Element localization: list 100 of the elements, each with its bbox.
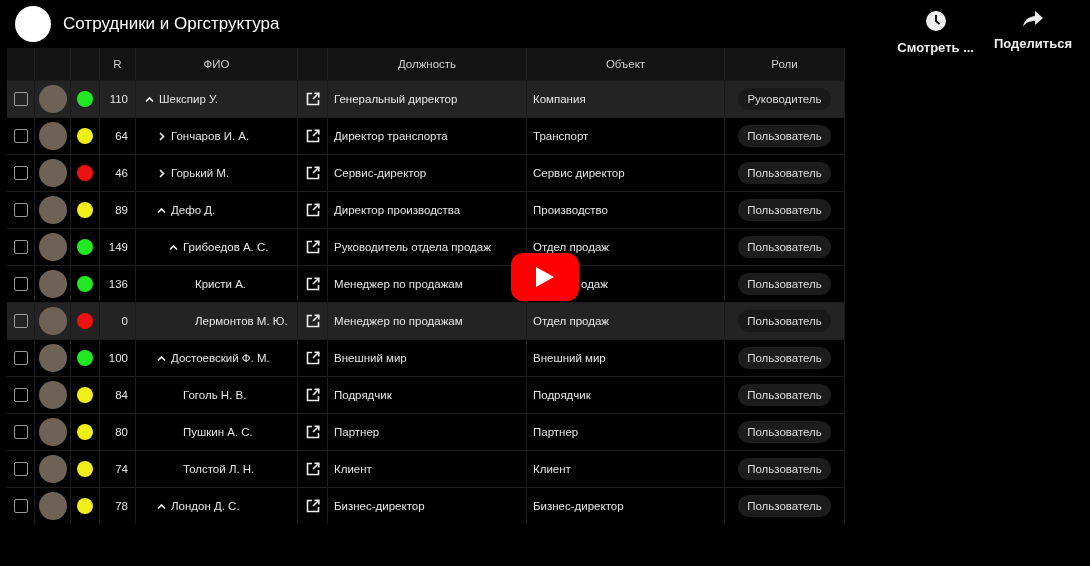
role-chip[interactable]: Пользователь [738, 458, 831, 480]
column-header[interactable]: R [113, 58, 122, 70]
employee-name: Достоевский Ф. М. [171, 352, 270, 364]
employee-name: Горький М. [171, 167, 230, 179]
role-chip[interactable]: Пользователь [738, 347, 831, 369]
role-chip[interactable]: Пользователь [738, 310, 831, 332]
chevron-up-icon[interactable] [157, 205, 166, 215]
table-row[interactable]: 149 Грибоедов А. С. Руководитель отдела продаж Отдел продаж Пользователь [7, 228, 845, 265]
play-icon [535, 266, 555, 288]
employee-name: Дефо Д. [171, 204, 216, 216]
table-row[interactable]: 136 Кристи А. Менеджер по продажам одаж Пользователь [7, 265, 845, 302]
open-external-icon[interactable] [305, 240, 320, 254]
chevron-up-icon[interactable] [145, 94, 154, 104]
avatar-placeholder [38, 492, 67, 520]
checkbox[interactable] [13, 462, 28, 476]
table-cell: Клиент [334, 463, 372, 475]
chevron-up-icon[interactable] [169, 242, 178, 252]
table-cell: 80 [115, 426, 128, 438]
table-cell: 78 [115, 500, 128, 512]
video-title[interactable]: Сотрудники и Оргструктура [63, 14, 280, 34]
chevron-up-icon[interactable] [157, 501, 166, 511]
table-cell: Производство [533, 204, 608, 216]
table-cell: одаж [581, 278, 608, 290]
table-cell: Сервис директор [533, 167, 625, 179]
checkbox[interactable] [13, 240, 28, 254]
role-chip[interactable]: Пользователь [738, 199, 831, 221]
table-row[interactable]: 46 Горький М. Сервис-директор Сервис директор Пользователь [7, 154, 845, 191]
column-header[interactable]: ФИО [203, 58, 230, 70]
role-chip[interactable]: Пользователь [738, 495, 831, 517]
open-external-icon[interactable] [305, 92, 320, 106]
table-cell: Транспорт [533, 130, 589, 142]
share-button[interactable]: Поделиться [993, 10, 1072, 55]
column-header[interactable]: Должность [397, 58, 457, 70]
watch-later-button[interactable]: Смотреть ... [897, 10, 974, 55]
open-external-icon[interactable] [305, 462, 320, 476]
checkbox[interactable] [13, 388, 28, 402]
checkbox[interactable] [13, 425, 28, 439]
avatar-placeholder [38, 307, 67, 335]
open-external-icon[interactable] [305, 499, 320, 513]
table-row[interactable]: 78 Лондон Д. С. Бизнес-директор Бизнес-директор Пользователь [7, 487, 845, 524]
role-chip[interactable]: Пользователь [738, 384, 831, 406]
checkbox[interactable] [13, 277, 28, 291]
open-external-icon[interactable] [305, 425, 320, 439]
checkbox[interactable] [13, 92, 28, 106]
checkbox[interactable] [13, 129, 28, 143]
role-chip[interactable]: Пользователь [738, 421, 831, 443]
channel-logo-icon[interactable] [15, 6, 51, 42]
table-row[interactable]: 74 Толстой Л. Н. Клиент Клиент Пользователь [7, 450, 845, 487]
table-cell: Директор транспорта [334, 130, 448, 142]
open-external-icon[interactable] [305, 129, 320, 143]
checkbox[interactable] [13, 499, 28, 513]
table-row[interactable]: 0 Лермонтов М. Ю. Менеджер по продажам Отдел продаж Пользователь [7, 302, 845, 339]
table-row[interactable]: 80 Пушкин А. С. Партнер Партнер Пользователь [7, 413, 845, 450]
table-row[interactable]: 100 Достоевский Ф. М. Внешний мир Внешний мир Пользователь [7, 339, 845, 376]
table-cell: Руководитель отдела продаж [334, 241, 491, 253]
table-cell: 149 [108, 241, 128, 253]
employee-name: Гоголь Н. В. [183, 389, 247, 401]
employee-name: Толстой Л. Н. [183, 463, 255, 475]
avatar-placeholder [38, 344, 67, 372]
table-cell: Партнер [533, 426, 579, 438]
chevron-up-icon[interactable] [157, 353, 166, 363]
open-external-icon[interactable] [305, 277, 320, 291]
chevron-right-icon[interactable] [157, 168, 166, 178]
share-arrow-icon [1022, 10, 1044, 28]
checkbox[interactable] [13, 351, 28, 365]
table-row[interactable]: 84 Гоголь Н. В. Подрядчик Подрядчик Пользователь [7, 376, 845, 413]
open-external-icon[interactable] [305, 351, 320, 365]
checkbox[interactable] [13, 203, 28, 217]
open-external-icon[interactable] [305, 166, 320, 180]
employee-name: Лондон Д. С. [171, 500, 240, 512]
role-chip[interactable]: Пользователь [738, 273, 831, 295]
avatar-placeholder [38, 233, 67, 261]
table-cell: Внешний мир [533, 352, 606, 364]
table-row[interactable]: 89 Дефо Д. Директор производства Производство Пользователь [7, 191, 845, 228]
table-cell: Внешний мир [334, 352, 407, 364]
column-header[interactable]: Роли [771, 58, 798, 70]
table-row[interactable]: 64 Гончаров И. А. Директор транспорта Транспорт Пользователь [7, 117, 845, 154]
table-cell: Клиент [533, 463, 571, 475]
table-cell: Бизнес-директор [533, 500, 624, 512]
role-chip[interactable]: Пользователь [738, 162, 831, 184]
open-external-icon[interactable] [305, 314, 320, 328]
open-external-icon[interactable] [305, 203, 320, 217]
checkbox[interactable] [13, 314, 28, 328]
column-header[interactable]: Объект [605, 58, 646, 70]
table-cell: 84 [115, 389, 128, 401]
table-cell: Отдел продаж [533, 241, 610, 253]
open-external-icon[interactable] [305, 388, 320, 402]
play-button[interactable] [511, 253, 579, 301]
role-chip[interactable]: Пользователь [738, 125, 831, 147]
table-row[interactable]: 110 Шекспир У. Генеральный директор Компания Руководитель [7, 80, 845, 117]
table-cell: Подрядчик [334, 389, 392, 401]
chevron-right-icon[interactable] [157, 131, 166, 141]
avatar-placeholder [38, 381, 67, 409]
checkbox[interactable] [13, 166, 28, 180]
role-chip[interactable]: Пользователь [738, 236, 831, 258]
table-cell: 0 [121, 315, 128, 327]
employee-name: Гончаров И. А. [171, 130, 250, 142]
table-cell: Генеральный директор [334, 93, 458, 105]
avatar-placeholder [38, 270, 67, 298]
role-chip[interactable]: Руководитель [738, 88, 831, 110]
